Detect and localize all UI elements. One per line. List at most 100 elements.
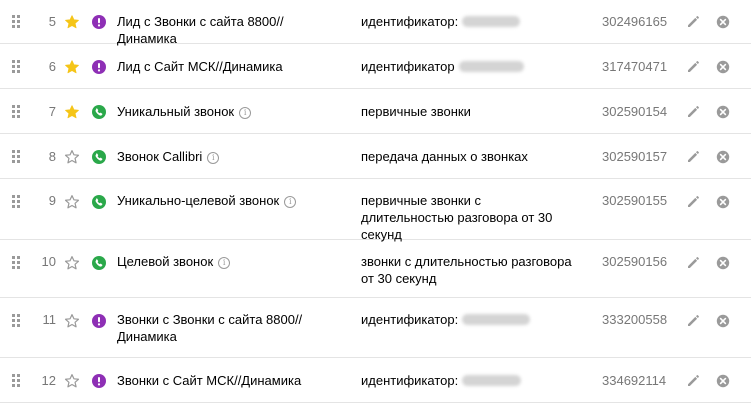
phone-circle-icon <box>92 256 106 270</box>
star-icon[interactable] <box>64 59 80 75</box>
redacted-value <box>458 61 524 72</box>
exclamation-circle-icon <box>92 15 106 29</box>
row-number: 11 <box>42 312 57 327</box>
goal-condition: звонки с длительностью разговора от 30 с… <box>361 253 576 287</box>
goal-id: 302590157 <box>602 149 668 164</box>
goal-id: 302590155 <box>602 193 668 208</box>
info-icon[interactable]: i <box>207 152 220 164</box>
goal-name-text: Звонок Callibri <box>117 149 203 164</box>
pencil-icon[interactable] <box>686 374 700 388</box>
close-circle-icon[interactable] <box>716 150 730 164</box>
goal-condition-text: идентификатор: <box>361 14 459 29</box>
star-icon[interactable] <box>64 104 80 120</box>
drag-handle-icon[interactable] <box>12 15 22 29</box>
goal-name-text: Лид с Сайт МСК//Динамика <box>117 59 283 74</box>
goal-condition: первичные звонки с длительностью разгово… <box>361 192 576 243</box>
table-row: 5 Лид с Звонки с сайта 8800//Динамика иден… <box>0 0 751 47</box>
star-icon[interactable] <box>64 194 80 210</box>
row-number: 6 <box>48 59 56 74</box>
close-circle-icon[interactable] <box>716 314 730 328</box>
close-circle-icon[interactable] <box>716 105 730 119</box>
close-circle-icon[interactable] <box>716 15 730 29</box>
goal-name[interactable]: Лид с Звонки с сайта 8800//Динамика <box>117 13 327 47</box>
goal-condition: идентификатор: <box>361 372 576 389</box>
redacted-value <box>462 16 521 27</box>
info-icon[interactable]: i <box>218 257 231 269</box>
redacted-value <box>462 314 531 325</box>
goal-name[interactable]: Звонок Callibri i <box>117 148 327 165</box>
drag-handle-icon[interactable] <box>12 105 22 119</box>
goal-condition-text: идентификатор: <box>361 312 459 327</box>
pencil-icon[interactable] <box>686 150 700 164</box>
table-row: 10 Целевой звонок i звонки с длительностью … <box>0 241 751 298</box>
phone-circle-icon <box>92 105 106 119</box>
goal-id: 302590156 <box>602 254 668 269</box>
goal-name[interactable]: Звонки с Сайт МСК//Динамика <box>117 372 327 389</box>
goal-condition-text: идентификатор: <box>361 373 459 388</box>
goal-condition-text: идентификатор <box>361 59 455 74</box>
pencil-icon[interactable] <box>686 105 700 119</box>
goal-id: 333200558 <box>602 312 668 327</box>
pencil-icon[interactable] <box>686 256 700 270</box>
goals-table: 5 Лид с Звонки с сайта 8800//Динамика иден… <box>0 0 751 403</box>
pencil-icon[interactable] <box>686 60 700 74</box>
close-circle-icon[interactable] <box>716 195 730 209</box>
phone-circle-icon <box>92 195 106 209</box>
goal-condition-text: первичные звонки с длительностью разгово… <box>361 193 553 242</box>
goal-name-text: Звонки с Звонки с сайта 8800// Динамика <box>117 312 303 344</box>
goal-condition: идентификатор: <box>361 311 576 328</box>
pencil-icon[interactable] <box>686 195 700 209</box>
close-circle-icon[interactable] <box>716 374 730 388</box>
star-icon[interactable] <box>64 255 80 271</box>
drag-handle-icon[interactable] <box>12 195 22 209</box>
goal-condition: первичные звонки <box>361 103 576 120</box>
pencil-icon[interactable] <box>686 314 700 328</box>
close-circle-icon[interactable] <box>716 256 730 270</box>
row-number: 5 <box>48 14 56 29</box>
drag-handle-icon[interactable] <box>12 374 22 388</box>
row-number: 9 <box>48 193 56 208</box>
table-row: 12 Звонки с Сайт МСК//Динамика идентификат… <box>0 359 751 403</box>
exclamation-circle-icon <box>92 314 106 328</box>
star-icon[interactable] <box>64 373 80 389</box>
goal-id: 302496165 <box>602 14 668 29</box>
star-icon[interactable] <box>64 14 80 30</box>
drag-handle-icon[interactable] <box>12 150 22 164</box>
goal-name[interactable]: Уникальный звонок i <box>117 103 327 120</box>
goal-condition-text: звонки с длительностью разговора от 30 с… <box>361 254 572 286</box>
pencil-icon[interactable] <box>686 15 700 29</box>
goal-name[interactable]: Звонки с Звонки с сайта 8800// Динамика <box>117 311 327 345</box>
goal-id: 302590154 <box>602 104 668 119</box>
exclamation-circle-icon <box>92 60 106 74</box>
row-number: 12 <box>41 373 56 388</box>
goal-name[interactable]: Уникально-целевой звонок i <box>117 192 327 209</box>
table-row: 9 Уникально-целевой звонок i первичные звон… <box>0 180 751 243</box>
info-icon[interactable]: i <box>239 107 252 119</box>
goal-id: 317470471 <box>602 59 668 74</box>
goal-name-text: Целевой звонок <box>117 254 214 269</box>
goal-condition-text: первичные звонки <box>361 104 471 119</box>
row-number: 7 <box>48 104 56 119</box>
goal-id: 334692114 <box>602 373 667 388</box>
goal-condition: идентификатор: <box>361 13 576 30</box>
goal-name-text: Уникальный звонок <box>117 104 235 119</box>
goal-condition: передача данных о звонках <box>361 148 576 165</box>
close-circle-icon[interactable] <box>716 60 730 74</box>
drag-handle-icon[interactable] <box>12 60 22 74</box>
goal-name[interactable]: Целевой звонок i <box>117 253 327 270</box>
drag-handle-icon[interactable] <box>12 314 22 328</box>
table-row: 7 Уникальный звонок i первичные звонки 30259… <box>0 90 751 134</box>
goal-name-text: Лид с Звонки с сайта 8800//Динамика <box>117 14 284 46</box>
goal-name[interactable]: Лид с Сайт МСК//Динамика <box>117 58 327 75</box>
row-number: 8 <box>48 149 56 164</box>
phone-circle-icon <box>92 150 106 164</box>
goal-name-text: Звонки с Сайт МСК//Динамика <box>117 373 302 388</box>
table-row: 8 Звонок Callibri i передача данных о звонк… <box>0 135 751 179</box>
redacted-value <box>462 375 522 386</box>
star-icon[interactable] <box>64 313 80 329</box>
table-row: 6 Лид с Сайт МСК//Динамика идентификатор 31… <box>0 45 751 89</box>
exclamation-circle-icon <box>92 374 106 388</box>
star-icon[interactable] <box>64 149 80 165</box>
drag-handle-icon[interactable] <box>12 256 22 270</box>
info-icon[interactable]: i <box>284 196 297 208</box>
